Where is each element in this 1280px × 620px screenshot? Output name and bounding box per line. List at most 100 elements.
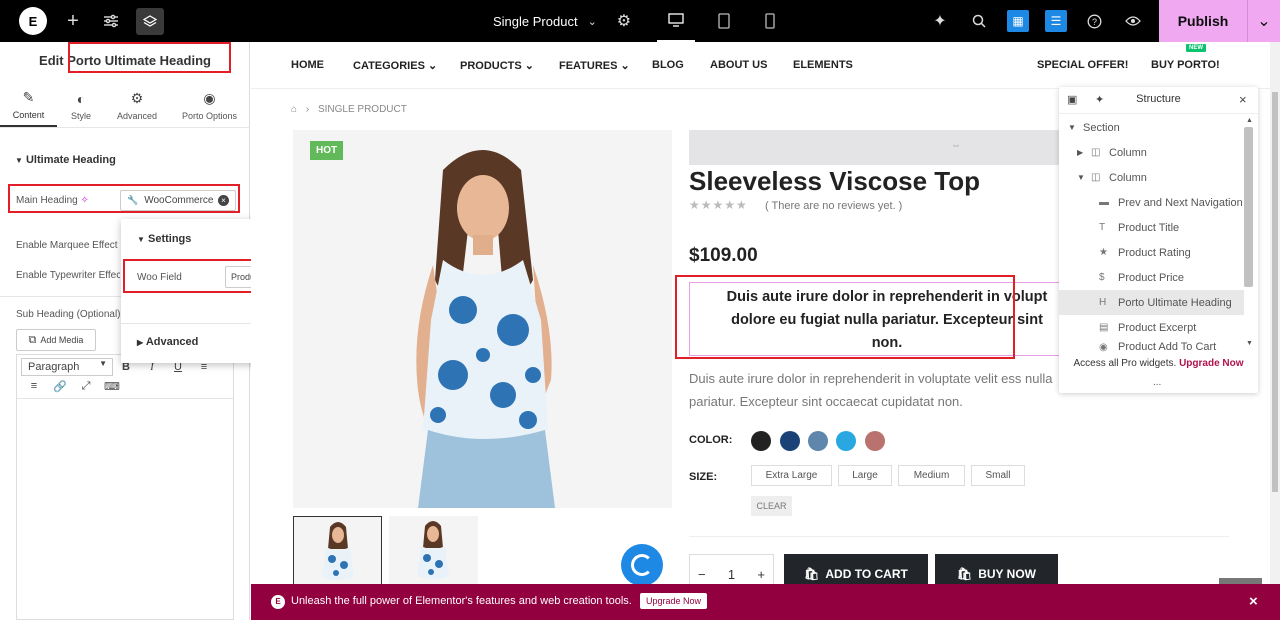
- add-media-button[interactable]: ⧉ Add Media: [16, 329, 96, 351]
- nav-blog[interactable]: BLOG: [652, 59, 684, 71]
- nav-home[interactable]: HOME: [291, 59, 324, 71]
- structure-item-widget[interactable]: $ Product Price: [1059, 265, 1244, 290]
- color-swatch[interactable]: [808, 431, 828, 451]
- advanced-toggle[interactable]: ▶ Advanced: [137, 336, 198, 348]
- caret-right-icon: ▶: [1077, 148, 1084, 157]
- tab-label: Porto Options: [181, 111, 238, 121]
- nav-about-us[interactable]: ABOUT US: [710, 59, 767, 71]
- section-toggle[interactable]: ▼ Ultimate Heading: [15, 154, 116, 166]
- mobile-icon[interactable]: [751, 0, 789, 42]
- size-option[interactable]: Small: [971, 465, 1025, 486]
- tab-porto-options[interactable]: ◉ Porto Options: [169, 84, 250, 127]
- quantity-value[interactable]: 1: [728, 567, 735, 582]
- keyboard-icon[interactable]: ⌨: [99, 377, 125, 395]
- structure-item-widget[interactable]: T Product Title: [1059, 215, 1244, 240]
- color-swatch[interactable]: [836, 431, 856, 451]
- scroll-down-icon[interactable]: ▼: [1246, 340, 1253, 347]
- nav-special-offer[interactable]: SPECIAL OFFER!: [1037, 59, 1128, 71]
- scroll-up-icon[interactable]: ▲: [1246, 117, 1253, 124]
- drag-handle-icon: ⇔: [951, 140, 961, 151]
- product-thumbnail[interactable]: [293, 516, 382, 588]
- structure-item-section[interactable]: ▼ Section: [1059, 115, 1244, 140]
- structure-item-widget[interactable]: ★ Product Rating: [1059, 240, 1244, 265]
- help-icon[interactable]: ?: [1083, 11, 1105, 31]
- desktop-icon[interactable]: [657, 0, 695, 42]
- structure-item-widget-selected[interactable]: H Porto Ultimate Heading: [1059, 290, 1244, 315]
- publish-options-chevron-icon[interactable]: ⌄: [1247, 0, 1280, 42]
- clear-button[interactable]: CLEAR: [751, 496, 792, 516]
- upgrade-now-button[interactable]: Upgrade Now: [640, 593, 708, 609]
- title-icon: T: [1099, 222, 1106, 233]
- search-icon[interactable]: [968, 11, 990, 31]
- caret-down-icon: ▼: [15, 156, 23, 165]
- size-option[interactable]: Medium: [898, 465, 965, 486]
- promo-bar: E Unleash the full power of Elementor's …: [251, 584, 1280, 620]
- structure-list-icon[interactable]: ☰: [1045, 10, 1067, 32]
- site-structure-icon[interactable]: ▦: [1007, 10, 1029, 32]
- nav-products[interactable]: PRODUCTS ⌄: [460, 59, 534, 72]
- elementor-editor: E + Single Product ⌄ ⚙ ✦ ▦ ☰ ? Publish ⌄…: [0, 0, 1280, 620]
- nav-features[interactable]: FEATURES ⌄: [559, 59, 630, 72]
- tab-advanced[interactable]: ⚙ Advanced: [105, 84, 169, 127]
- preview-eye-icon[interactable]: [1122, 11, 1144, 31]
- color-swatch[interactable]: [751, 431, 771, 451]
- editor-topbar: E + Single Product ⌄ ⚙ ✦ ▦ ☰ ? Publish ⌄: [0, 0, 1280, 42]
- settings-sliders-icon[interactable]: [101, 11, 121, 31]
- navigation-icon: ▬: [1099, 197, 1109, 208]
- structure-item-widget[interactable]: ▬ Prev and Next Navigation: [1059, 190, 1244, 215]
- layers-icon[interactable]: [136, 8, 164, 35]
- minus-button[interactable]: −: [698, 567, 706, 582]
- page-scrollbar-thumb[interactable]: [1272, 92, 1278, 492]
- page-scrollbar[interactable]: [1270, 42, 1280, 620]
- page-name: Single Product: [493, 13, 578, 29]
- plus-icon[interactable]: +: [63, 10, 83, 32]
- rating-stars-icon: ★★★★★: [689, 198, 748, 212]
- size-option[interactable]: Extra Large: [751, 465, 832, 486]
- structure-item-widget[interactable]: ▤ Product Excerpt: [1059, 315, 1244, 340]
- nav-elements[interactable]: ELEMENTS: [793, 59, 853, 71]
- rating-icon: ★: [1099, 247, 1108, 258]
- page-selector[interactable]: Single Product ⌄ ⚙: [478, 0, 631, 42]
- main-heading-dynamic-field[interactable]: 🔧 WooCommerce ×: [120, 190, 236, 211]
- reviews-link[interactable]: ( There are no reviews yet. ): [765, 200, 902, 212]
- publish-button[interactable]: Publish: [1159, 0, 1247, 42]
- caret-right-icon: ▶: [137, 338, 144, 347]
- tab-content[interactable]: ✎ Content: [0, 84, 57, 127]
- structure-panel: ▣ ✦ Structure × ▼ Section ▶ ◫ Column ▼ ◫…: [1059, 87, 1258, 393]
- tablet-icon[interactable]: [705, 0, 743, 42]
- wrench-icon: 🔧: [127, 195, 139, 205]
- elementor-logo[interactable]: E: [19, 7, 47, 35]
- fullscreen-icon[interactable]: ⤢: [73, 377, 99, 395]
- page-settings-gear-icon[interactable]: ⚙: [617, 11, 631, 31]
- numbered-list-icon[interactable]: ≡: [21, 377, 47, 395]
- paragraph-format-select[interactable]: Paragraph ▼: [21, 357, 113, 376]
- home-icon[interactable]: ⌂: [291, 104, 297, 115]
- structure-scrollbar[interactable]: [1244, 127, 1253, 287]
- tab-style[interactable]: ◐ Style: [57, 84, 105, 127]
- product-thumbnail[interactable]: [389, 516, 478, 588]
- structure-item-widget[interactable]: ◉ Product Add To Cart: [1059, 340, 1244, 353]
- nav-categories[interactable]: CATEGORIES ⌄: [353, 59, 437, 72]
- size-option[interactable]: Large: [838, 465, 892, 486]
- chevron-down-icon: ⌄: [427, 60, 438, 72]
- sub-heading-editor[interactable]: Paragraph ▼ B I U ≡ ≡ 🔗 ⤢ ⌨: [16, 354, 234, 620]
- structure-item-column[interactable]: ▼ ◫ Column: [1059, 165, 1244, 190]
- link-icon[interactable]: 🔗: [47, 377, 73, 395]
- upgrade-now-link[interactable]: Upgrade Now: [1179, 358, 1243, 369]
- ai-sparkle-icon[interactable]: ✦: [929, 11, 951, 31]
- breadcrumb-current: SINGLE PRODUCT: [317, 104, 407, 115]
- price-icon: $: [1099, 272, 1105, 283]
- close-icon[interactable]: ×: [1249, 593, 1258, 610]
- settings-toggle[interactable]: ▼ Settings: [137, 233, 191, 245]
- prev-next-navigation[interactable]: ⇔: [689, 130, 1059, 165]
- plus-button[interactable]: +: [757, 567, 765, 582]
- model-photo-illustration: [416, 150, 555, 508]
- color-swatch[interactable]: [780, 431, 800, 451]
- color-swatch[interactable]: [865, 431, 885, 451]
- remove-dynamic-tag-icon[interactable]: ×: [218, 195, 229, 206]
- product-image[interactable]: HOT: [293, 130, 672, 508]
- resize-handle[interactable]: ...: [1153, 377, 1161, 388]
- structure-item-column[interactable]: ▶ ◫ Column: [1059, 140, 1244, 165]
- nav-buy-porto[interactable]: BUY PORTO!: [1151, 59, 1220, 71]
- close-icon[interactable]: ×: [1239, 92, 1247, 107]
